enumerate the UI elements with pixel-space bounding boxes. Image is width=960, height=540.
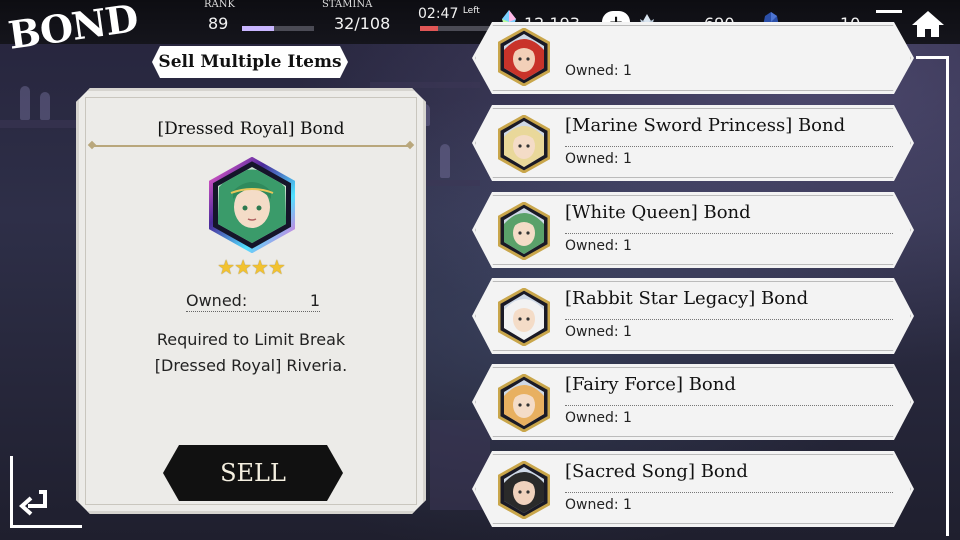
- bond-list-item[interactable]: [White Queen] Bond Owned: 1: [472, 192, 914, 268]
- sell-button[interactable]: SELL: [163, 445, 343, 501]
- frame-line: [916, 56, 948, 59]
- title-divider: [91, 145, 411, 147]
- rank-progress-fill: [242, 26, 275, 31]
- bond-item-name: [White Queen] Bond: [565, 202, 751, 223]
- character-portrait: [498, 461, 550, 519]
- stamina-value: 32/108: [334, 14, 391, 33]
- bond-list-item[interactable]: [Sacred Song] Bond Owned: 1: [472, 451, 914, 527]
- character-portrait: [498, 288, 550, 346]
- back-arrow-icon: [18, 488, 49, 520]
- rank-label: RANK: [204, 0, 235, 10]
- bond-item-owned: Owned: 1: [565, 492, 893, 513]
- character-portrait: [498, 374, 550, 432]
- item-description: Required to Limit Break [Dressed Royal] …: [79, 327, 423, 379]
- home-button[interactable]: [904, 6, 952, 46]
- stamina-timer-bar: [420, 26, 492, 31]
- page-title: Sell Multiple Items: [152, 46, 348, 78]
- bond-item-name: [Fairy Force] Bond: [565, 374, 736, 395]
- home-icon: [910, 9, 946, 43]
- bond-list-item[interactable]: [Rabbit Star Legacy] Bond Owned: 1: [472, 278, 914, 354]
- bond-item-owned: Owned: 1: [565, 405, 893, 426]
- bond-item-name: [Marine Sword Princess] Bond: [565, 115, 846, 136]
- owned-row: Owned: 1: [186, 291, 320, 312]
- bond-item-owned: Owned: 1: [565, 319, 893, 340]
- item-detail-panel: [Dressed Royal] Bond ★★★★ Owned: 1 Requi…: [76, 88, 426, 514]
- frame-line: [946, 56, 949, 536]
- background-shelf: [370, 82, 480, 88]
- bond-item-name: [Rabbit Star Legacy] Bond: [565, 288, 809, 309]
- character-portrait: [498, 28, 550, 86]
- back-button[interactable]: [14, 484, 54, 524]
- stamina-label: STAMINA: [322, 0, 373, 10]
- stamina-timer-fill: [420, 26, 438, 31]
- bond-item-owned: Owned: 1: [565, 146, 893, 167]
- owned-label: Owned:: [186, 291, 248, 310]
- bond-list-item[interactable]: [Marine Sword Princess] Bond Owned: 1: [472, 105, 914, 181]
- detail-character-portrait: [209, 157, 295, 253]
- bond-list-item[interactable]: Owned: 1: [472, 22, 914, 94]
- rank-progress-bar: [242, 26, 314, 31]
- background-bottle: [440, 144, 450, 178]
- detail-item-name: [Dressed Royal] Bond: [157, 119, 345, 139]
- rarity-stars: ★★★★: [217, 255, 285, 279]
- bond-item-owned: Owned: 1: [565, 63, 632, 79]
- owned-value: 1: [309, 291, 320, 310]
- timer-suffix: Left: [462, 6, 480, 16]
- background-bottle: [20, 86, 30, 120]
- rank-value: 89: [208, 14, 229, 33]
- character-portrait: [498, 202, 550, 260]
- timer-value: 02:47: [418, 6, 459, 22]
- description-line-1: Required to Limit Break: [156, 330, 346, 349]
- character-portrait: [498, 115, 550, 173]
- stamina-timer: 02:47 Left: [418, 6, 480, 22]
- background-bottle: [40, 92, 50, 120]
- frame-line: [876, 10, 902, 13]
- bond-item-name: [Sacred Song] Bond: [565, 461, 748, 482]
- description-line-2: [Dressed Royal] Riveria.: [154, 356, 348, 375]
- bond-item-owned: Owned: 1: [565, 233, 893, 254]
- bond-list-item[interactable]: [Fairy Force] Bond Owned: 1: [472, 364, 914, 440]
